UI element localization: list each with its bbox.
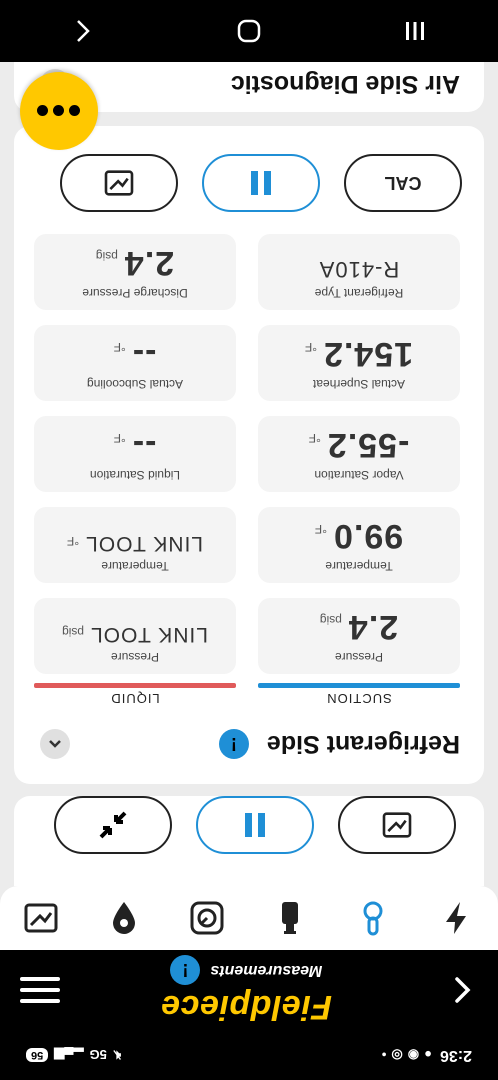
air-side-header: Air Side Diagnostic	[40, 62, 460, 106]
dot-icon: •	[381, 1047, 387, 1063]
tab-location[interactable]	[97, 894, 153, 942]
liquid-column-header: LIQUID	[110, 691, 160, 706]
tab-trend[interactable]	[14, 894, 70, 942]
battery-badge: 56	[26, 1048, 49, 1062]
section-title: Air Side Diagnostic	[230, 70, 460, 99]
recent-apps-icon	[406, 22, 424, 40]
info-icon[interactable]: !	[218, 729, 249, 759]
pause-button[interactable]	[202, 154, 320, 212]
collapse-chevron-button[interactable]	[40, 729, 70, 759]
chevron-left-icon	[77, 20, 90, 42]
tab-tank[interactable]	[263, 894, 319, 942]
gauge-icon	[191, 901, 224, 935]
cal-button[interactable]: CAL	[344, 154, 462, 212]
suction-temperature-tile[interactable]: Temperature 99.0 °F	[258, 507, 460, 583]
trend-chart-icon	[104, 170, 134, 196]
more-options-button[interactable]	[20, 72, 98, 150]
location-pin-icon	[113, 902, 136, 934]
app-notification-icon: ◉	[407, 1048, 420, 1063]
refrigerant-tank-icon	[282, 902, 299, 934]
system-nav-bar	[0, 0, 498, 62]
mute-icon: 🔇︎	[112, 1048, 122, 1063]
trend-button[interactable]	[338, 796, 456, 854]
actual-superheat-tile[interactable]: Actual Superheat 154.2 °F	[258, 325, 460, 401]
tab-electrical[interactable]	[429, 894, 485, 942]
liquid-saturation-tile[interactable]: Liquid Saturation -- °F	[34, 416, 236, 492]
bottom-tab-bar	[0, 886, 498, 950]
status-bar: 2:36 ● ◉ ◎ • 🔇︎ 5G ▂▄▆ 56	[0, 1030, 498, 1080]
pause-icon	[251, 171, 271, 195]
discharge-pressure-tile[interactable]: Discharge Pressure 2.4 psig	[34, 234, 236, 310]
lightning-icon	[446, 902, 467, 934]
suction-color-bar	[258, 683, 460, 688]
actual-subcooling-tile[interactable]: Actual Subcooling -- °F	[34, 325, 236, 401]
vapor-saturation-tile[interactable]: Vapor Saturation -55.2 °F	[258, 416, 460, 492]
app-screen: 2:36 ● ◉ ◎ • 🔇︎ 5G ▂▄▆ 56 Fieldpiece Mea…	[0, 0, 498, 1080]
back-button[interactable]	[448, 970, 478, 1010]
page-title: Measurements	[210, 962, 323, 979]
trend-chart-icon	[382, 812, 412, 838]
collapse-arrows-icon	[99, 811, 127, 839]
tab-probe[interactable]	[346, 894, 402, 942]
tab-gauge[interactable]	[180, 894, 236, 942]
thermometer-probe-icon	[364, 901, 383, 936]
chevron-left-icon	[455, 977, 471, 1003]
suction-pressure-tile[interactable]: Pressure 2.4 psig	[258, 598, 460, 674]
fingerprint-icon: ◎	[391, 1048, 403, 1063]
hamburger-menu-button[interactable]	[20, 970, 60, 1010]
network-label: 5G	[89, 1047, 107, 1063]
signal-icon: ▂▄▆	[54, 1048, 84, 1063]
brand-block: Fieldpiece Measurements !	[160, 955, 332, 1026]
pause-icon	[245, 813, 265, 837]
refrigerant-side-card: Refrigerant Side ! SUCTION LIQUID Pressu…	[14, 126, 484, 784]
chevron-up-icon	[49, 740, 61, 748]
liquid-pressure-tile[interactable]: Pressure LINK TOOL psig	[34, 598, 236, 674]
pause-button[interactable]	[196, 796, 314, 854]
liquid-color-bar	[34, 683, 236, 688]
home-button[interactable]	[219, 11, 279, 51]
app-header: Fieldpiece Measurements !	[0, 950, 498, 1030]
collapse-button[interactable]	[54, 796, 172, 854]
liquid-temperature-tile[interactable]: Temperature LINK TOOL °F	[34, 507, 236, 583]
trend-button[interactable]	[60, 154, 178, 212]
suction-column-header: SUCTION	[326, 691, 392, 706]
info-icon[interactable]: !	[170, 955, 201, 985]
controls-card	[14, 796, 484, 886]
recent-apps-button[interactable]	[385, 11, 445, 51]
notification-icon: ●	[424, 1047, 432, 1063]
section-title: Refrigerant Side	[266, 730, 460, 759]
home-icon	[237, 19, 261, 43]
refrigerant-type-tile[interactable]: Refrigerant Type R-410A	[258, 234, 460, 310]
status-time: 2:36	[439, 1047, 472, 1064]
brand-logo: Fieldpiece	[160, 988, 332, 1026]
trend-chart-icon	[25, 903, 58, 933]
refrigerant-header: Refrigerant Side !	[40, 722, 460, 766]
back-nav-button[interactable]	[53, 11, 113, 51]
